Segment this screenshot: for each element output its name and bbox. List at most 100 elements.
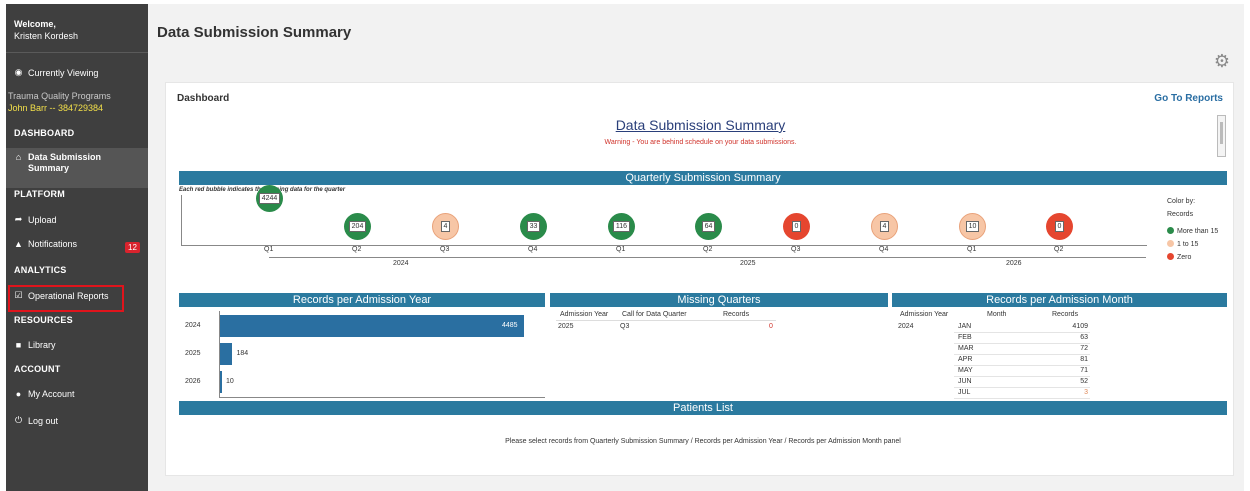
sidebar-item-upload[interactable]: ➦ Upload — [14, 214, 57, 225]
table-cell[interactable]: JAN — [958, 323, 971, 330]
records-per-month-table: Records per Admission Month Admission Ye… — [892, 293, 1227, 403]
year-line — [269, 257, 625, 258]
table-cell[interactable]: 63 — [1038, 334, 1088, 341]
column-header: Admission Year — [900, 311, 949, 318]
quarter-tick-label: Q2 — [1054, 246, 1064, 253]
quarter-bubble[interactable]: 4 — [432, 213, 459, 240]
legend-item-zero[interactable]: Zero — [1167, 251, 1218, 264]
program-name: Trauma Quality Programs — [8, 91, 111, 101]
column-header: Records — [1052, 311, 1079, 318]
table-cell[interactable]: FEB — [958, 334, 972, 341]
sidebar-item-label: Log out — [28, 415, 59, 426]
quarter-bubble[interactable]: 0 — [1046, 213, 1073, 240]
upload-icon: ➦ — [14, 214, 23, 224]
column-header: Call for Data Quarter — [622, 311, 687, 318]
legend-dot — [1167, 253, 1174, 260]
bubble-value: 33 — [526, 221, 541, 232]
year-bar[interactable] — [220, 343, 233, 365]
scrollbar-thumb[interactable] — [1220, 122, 1223, 144]
records-per-month-title: Records per Admission Month — [892, 293, 1227, 307]
sidebar-item-label: Upload — [28, 214, 57, 225]
power-icon: ⏻ — [14, 415, 23, 425]
quarter-bubble[interactable]: 4 — [871, 213, 898, 240]
bubble-value: 204 — [348, 221, 367, 232]
quarterly-y-axis — [181, 195, 182, 245]
quarterly-x-axis — [181, 245, 1147, 246]
warning-message: Warning - You are behind schedule on you… — [604, 139, 797, 146]
quarter-bubble[interactable]: 33 — [520, 213, 547, 240]
legend-item-more-than-15[interactable]: More than 15 — [1167, 225, 1218, 238]
bubble-value: 116 — [612, 221, 631, 232]
table-cell[interactable]: 71 — [1038, 367, 1088, 374]
table-cell[interactable]: 3 — [1038, 389, 1088, 396]
legend-dot — [1167, 240, 1174, 247]
legend-item-1-to-15[interactable]: 1 to 15 — [1167, 238, 1218, 251]
quarter-bubble[interactable]: 204 — [344, 213, 371, 240]
table-cell[interactable]: 0 — [769, 323, 773, 330]
missing-quarters-title: Missing Quarters — [550, 293, 888, 307]
table-cell[interactable]: 52 — [1038, 378, 1088, 385]
dashboard-label: Dashboard — [177, 93, 230, 104]
bubble-value: 4 — [440, 221, 451, 232]
column-header: Admission Year — [560, 311, 609, 318]
quarter-tick-label: Q2 — [352, 246, 362, 253]
table-cell[interactable]: 72 — [1038, 345, 1088, 352]
section-platform: PLATFORM — [14, 189, 65, 199]
quarter-bubble[interactable]: 0 — [783, 213, 810, 240]
sidebar-item-data-submission-summary[interactable]: ⌂ Data Submission Summary — [14, 152, 118, 174]
table-cell[interactable]: JUN — [958, 378, 972, 385]
year-label: 2026 — [1006, 260, 1022, 267]
sidebar-item-notifications[interactable]: ▲ Notifications — [14, 239, 77, 249]
bubble-value: 10 — [965, 221, 980, 232]
bell-icon: ▲ — [14, 239, 23, 249]
quarterly-summary: Quarterly Submission Summary Each red bu… — [179, 171, 1227, 291]
legend-title: Color by: — [1167, 198, 1196, 205]
header-divider — [556, 320, 776, 321]
table-cell[interactable]: MAR — [958, 345, 974, 352]
checkbox-report-icon: ☑ — [14, 290, 23, 300]
year-label: 2025 — [740, 260, 756, 267]
table-cell[interactable]: MAY — [958, 367, 973, 374]
user-icon: ● — [15, 389, 22, 399]
table-cell[interactable]: 4109 — [1038, 323, 1088, 330]
missing-quarters-table: Missing Quarters Admission Year Call for… — [550, 293, 888, 403]
table-cell[interactable]: APR — [958, 356, 972, 363]
bar-value-label: 184 — [236, 350, 249, 357]
table-cell[interactable]: JUL — [958, 389, 970, 396]
go-to-reports-link[interactable]: Go To Reports — [1154, 93, 1223, 104]
category-label: 2025 — [185, 350, 201, 357]
bubble-value: 4 — [879, 221, 890, 232]
section-dashboard: DASHBOARD — [14, 128, 75, 138]
year-bar[interactable] — [220, 371, 222, 393]
records-per-year-title: Records per Admission Year — [179, 293, 545, 307]
user-name: Kristen Kordesh — [14, 31, 79, 41]
table-cell[interactable]: 2025 — [558, 323, 574, 330]
quarter-bubble[interactable]: 4244 — [256, 185, 283, 212]
year-bar[interactable] — [220, 315, 524, 337]
table-cell[interactable]: 2024 — [898, 323, 914, 330]
currently-viewing-label: Currently Viewing — [28, 67, 99, 78]
sidebar-item-log-out[interactable]: ⏻ Log out — [14, 415, 58, 426]
quarterly-legend: Color by: Records More than 15 1 to 15 Z… — [1167, 195, 1218, 264]
sidebar-item-my-account[interactable]: ● My Account — [14, 389, 75, 399]
sidebar-item-library[interactable]: ■ Library — [14, 340, 56, 350]
quarter-bubble[interactable]: 10 — [959, 213, 986, 240]
table-cell[interactable]: Q3 — [620, 323, 629, 330]
quarter-tick-label: Q4 — [879, 246, 889, 253]
year-line — [625, 257, 976, 258]
quarter-bubble[interactable]: 64 — [695, 213, 722, 240]
currently-viewing[interactable]: ◉ Currently Viewing — [14, 67, 99, 78]
bar-value-label: 4485 — [502, 322, 518, 329]
welcome-block: Welcome, Kristen Kordesh — [14, 18, 78, 42]
quarter-tick-label: Q1 — [264, 246, 274, 253]
quarter-bubble[interactable]: 116 — [608, 213, 635, 240]
bubble-value: 0 — [1054, 221, 1065, 232]
main-content: Data Submission Summary ⚙ Dashboard Go T… — [148, 4, 1244, 491]
scrollbar[interactable] — [1217, 115, 1226, 157]
table-cell[interactable]: 81 — [1038, 356, 1088, 363]
quarterly-title: Quarterly Submission Summary — [179, 171, 1227, 185]
section-account: ACCOUNT — [14, 364, 61, 374]
quarter-tick-label: Q4 — [528, 246, 538, 253]
gear-icon[interactable]: ⚙ — [1212, 51, 1232, 71]
sidebar-item-operational-reports[interactable]: ☑ Operational Reports — [14, 290, 108, 301]
